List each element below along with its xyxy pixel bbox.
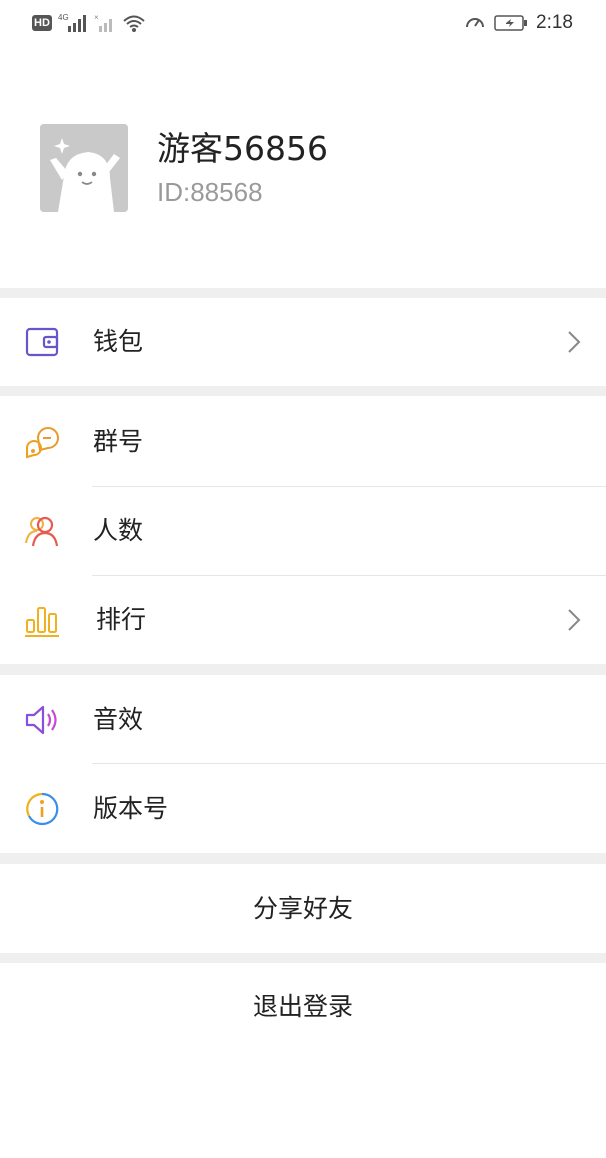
menu-item-sound-effects[interactable]: 音效 <box>0 676 606 764</box>
speedometer-icon <box>466 18 485 28</box>
share-friends-button[interactable]: 分享好友 <box>0 865 606 953</box>
status-bar: HD 4G × 2:18 <box>0 0 606 50</box>
people-icon <box>25 516 59 547</box>
menu-item-ranking[interactable]: 排行 <box>0 576 606 664</box>
avatar[interactable] <box>40 124 128 212</box>
menu-item-wallet[interactable]: 钱包 <box>0 298 606 386</box>
info-icon <box>26 792 59 826</box>
wallet-icon <box>25 327 59 357</box>
status-left: HD 4G × <box>32 13 146 33</box>
menu-label-wallet: 钱包 <box>93 327 144 356</box>
logout-button[interactable]: 退出登录 <box>0 963 606 1051</box>
signal-2-icon: × <box>94 13 112 32</box>
chevron-right-icon <box>568 331 581 353</box>
section-separator <box>0 853 606 864</box>
hd-badge: HD <box>32 15 52 31</box>
section-separator <box>0 664 606 675</box>
clock: 2:18 <box>536 12 573 33</box>
battery-icon <box>494 15 528 31</box>
menu-label-version: 版本号 <box>93 794 169 823</box>
bar-chart-icon <box>25 607 59 637</box>
status-right: 2:18 <box>464 12 573 34</box>
username: 游客56856 <box>157 129 328 168</box>
menu-item-group-number[interactable]: 群号 <box>0 398 606 486</box>
chevron-right-icon <box>568 609 581 631</box>
section-separator <box>0 288 606 298</box>
menu-item-people-count[interactable]: 人数 <box>0 487 606 575</box>
row-divider <box>92 763 606 764</box>
menu-label-group-number: 群号 <box>93 427 144 456</box>
user-id: ID:88568 <box>157 177 263 207</box>
menu-label-sound-effects: 音效 <box>93 705 144 734</box>
speaker-icon <box>25 705 57 735</box>
signal-icon: 4G <box>58 13 86 32</box>
svg-text:×: × <box>94 13 99 22</box>
wifi-icon <box>123 15 145 32</box>
menu-label-ranking: 排行 <box>96 605 147 634</box>
menu-label-people-count: 人数 <box>93 516 144 545</box>
section-separator <box>0 386 606 396</box>
network-label: 4G <box>58 13 69 22</box>
avatar-ghost-icon <box>40 124 128 212</box>
chat-bubbles-icon <box>26 427 59 459</box>
section-separator <box>0 953 606 963</box>
menu-item-version[interactable]: 版本号 <box>0 765 606 853</box>
